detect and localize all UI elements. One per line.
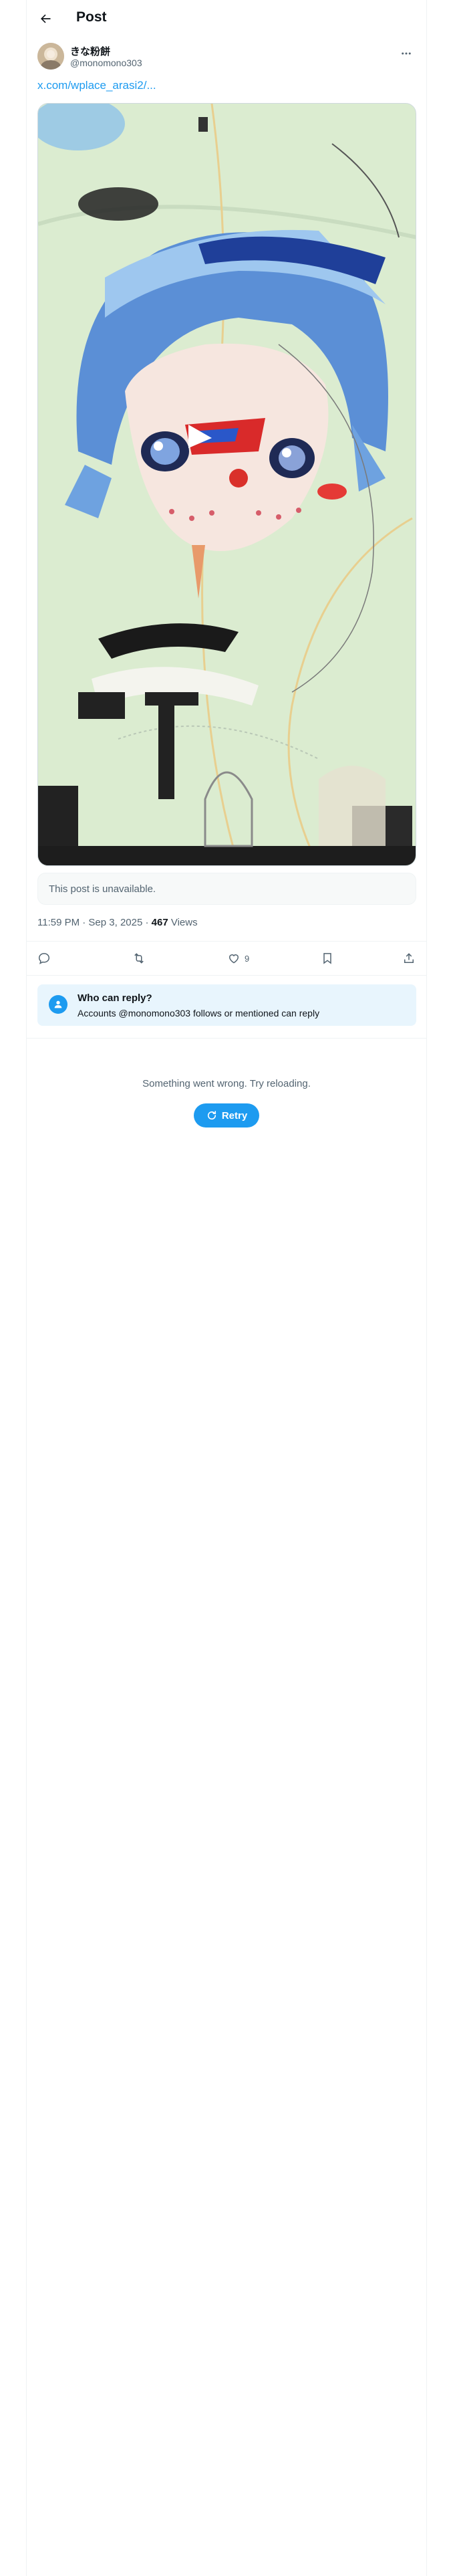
person-icon (49, 995, 67, 1014)
who-can-reply-card: Who can reply? Accounts @monomono303 fol… (37, 984, 416, 1026)
refresh-icon (207, 1111, 216, 1120)
reply-icon (38, 953, 50, 964)
section-divider (27, 1038, 426, 1039)
retry-button[interactable]: Retry (194, 1103, 259, 1128)
who-can-reply-subtitle: Accounts @monomono303 follows or mention… (78, 1008, 320, 1018)
repost-button[interactable] (132, 950, 146, 967)
post-image[interactable] (37, 103, 416, 866)
views-label: Views (168, 917, 198, 928)
top-bar: Post (27, 0, 426, 37)
share-button[interactable] (402, 950, 416, 967)
post-link[interactable]: x.com/wplace_arasi2/... (37, 79, 156, 92)
retry-label: Retry (221, 1109, 248, 1121)
post-actions-bar: 9 (27, 941, 426, 976)
replies-error-message: Something went wrong. Try reloading. (142, 1078, 311, 1089)
main-column: Post きな粉餅 @monomono303 x.com/wplace_aras… (26, 0, 427, 2576)
reply-button[interactable] (37, 950, 51, 967)
avatar[interactable] (37, 43, 64, 70)
bookmark-button[interactable] (321, 950, 334, 967)
more-options-button[interactable] (396, 43, 417, 64)
views-count: 467 (151, 917, 168, 928)
post-timestamp[interactable]: 11:59 PM · Sep 3, 2025 · (37, 917, 152, 928)
post-author: きな粉餅 @monomono303 (37, 41, 417, 71)
author-handle[interactable]: @monomono303 (70, 58, 142, 68)
quoted-post-unavailable: This post is unavailable. (37, 873, 416, 905)
like-icon (229, 954, 239, 964)
who-can-reply-title: Who can reply? (78, 992, 152, 1004)
repost-icon (134, 953, 144, 964)
author-display-name[interactable]: きな粉餅 (70, 44, 110, 58)
back-arrow-icon (41, 14, 51, 23)
page-title: Post (76, 9, 107, 25)
share-icon (404, 953, 414, 963)
anime-pixel-art-image (38, 104, 416, 865)
post-meta: 11:59 PM · Sep 3, 2025 · 467 Views (37, 917, 198, 928)
like-count: 9 (245, 953, 250, 964)
bookmark-icon (323, 953, 331, 964)
more-dots-icon (402, 52, 411, 55)
back-button[interactable] (33, 7, 57, 31)
like-button[interactable]: 9 (227, 950, 249, 967)
